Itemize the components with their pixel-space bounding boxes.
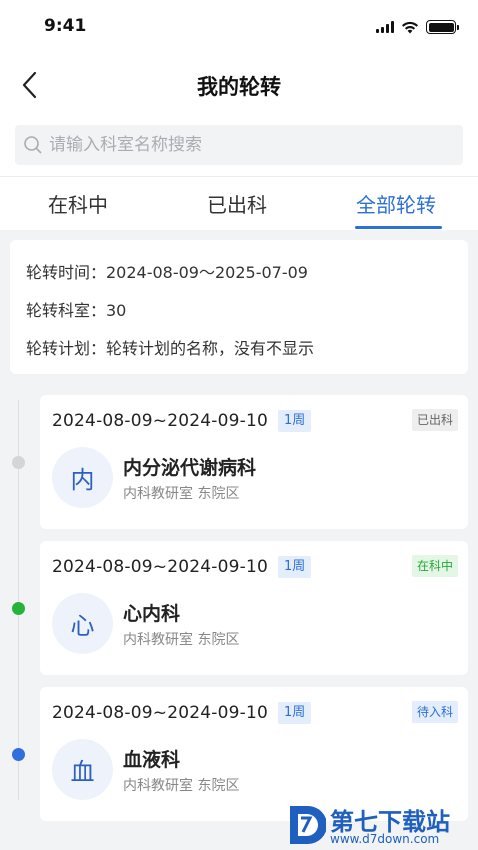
rotation-card[interactable]: 2024-08-09~2024-09-10 1周 在科中 心 心内科 内科教研室… (40, 541, 468, 675)
watermark-logo: 第七下载站 www.d7down.com (286, 800, 478, 850)
rotation-date-range: 2024-08-09~2024-09-10 (52, 557, 269, 577)
timeline-dot (12, 748, 25, 761)
wifi-icon (402, 21, 418, 33)
status-time: 9:41 (44, 16, 87, 36)
summary-time: 轮转时间：2024-08-09～2025-07-09 (26, 263, 308, 282)
search-box[interactable] (15, 125, 463, 165)
department-avatar: 心 (52, 593, 113, 654)
tab-bar: 在科中 已出科 全部轮转 (0, 176, 478, 230)
department-avatar: 血 (52, 739, 113, 800)
tab-in-department[interactable]: 在科中 (48, 189, 108, 218)
page-title: 我的轮转 (197, 75, 281, 99)
duration-tag: 1周 (278, 410, 312, 432)
department-location: 内科教研室 东院区 (123, 486, 240, 502)
rotation-date-range: 2024-08-09~2024-09-10 (52, 703, 269, 723)
rotation-date-range: 2024-08-09~2024-09-10 (52, 411, 269, 431)
status-icons (376, 20, 459, 34)
department-name: 内分泌代谢病科 (123, 457, 257, 479)
duration-tag: 1周 (278, 556, 312, 578)
department-name: 心内科 (123, 603, 181, 625)
status-badge: 在科中 (411, 555, 458, 577)
timeline-dot (12, 602, 25, 615)
summary-department: 轮转科室：30 (26, 301, 127, 320)
active-tab-indicator (355, 226, 442, 229)
rotation-card[interactable]: 2024-08-09~2024-09-10 1周 已出科 内 内分泌代谢病科 内… (40, 395, 468, 529)
status-bar: 9:41 (0, 0, 478, 56)
cellular-signal-icon (376, 21, 394, 33)
tab-all-rotations[interactable]: 全部轮转 (356, 189, 436, 218)
department-avatar: 内 (52, 447, 113, 508)
d7-logo-icon (290, 806, 326, 844)
rotation-summary-card: 轮转时间：2024-08-09～2025-07-09 轮转科室：30 轮转计划：… (10, 240, 468, 374)
department-location: 内科教研室 东院区 (123, 632, 240, 648)
department-location: 内科教研室 东院区 (123, 778, 240, 794)
search-input[interactable] (49, 135, 429, 155)
watermark-url: www.d7down.com (330, 832, 440, 846)
battery-icon (426, 20, 459, 34)
duration-tag: 1周 (278, 702, 312, 724)
tab-left-department[interactable]: 已出科 (207, 189, 267, 218)
status-badge: 已出科 (411, 409, 458, 431)
summary-plan: 轮转计划：轮转计划的名称，没有不显示 (26, 339, 315, 358)
status-badge: 待入科 (411, 701, 458, 723)
search-icon (24, 136, 42, 154)
search-bar (0, 114, 478, 176)
timeline-dot (12, 456, 25, 469)
department-name: 血液科 (123, 749, 181, 771)
nav-bar: 我的轮转 (0, 56, 478, 114)
